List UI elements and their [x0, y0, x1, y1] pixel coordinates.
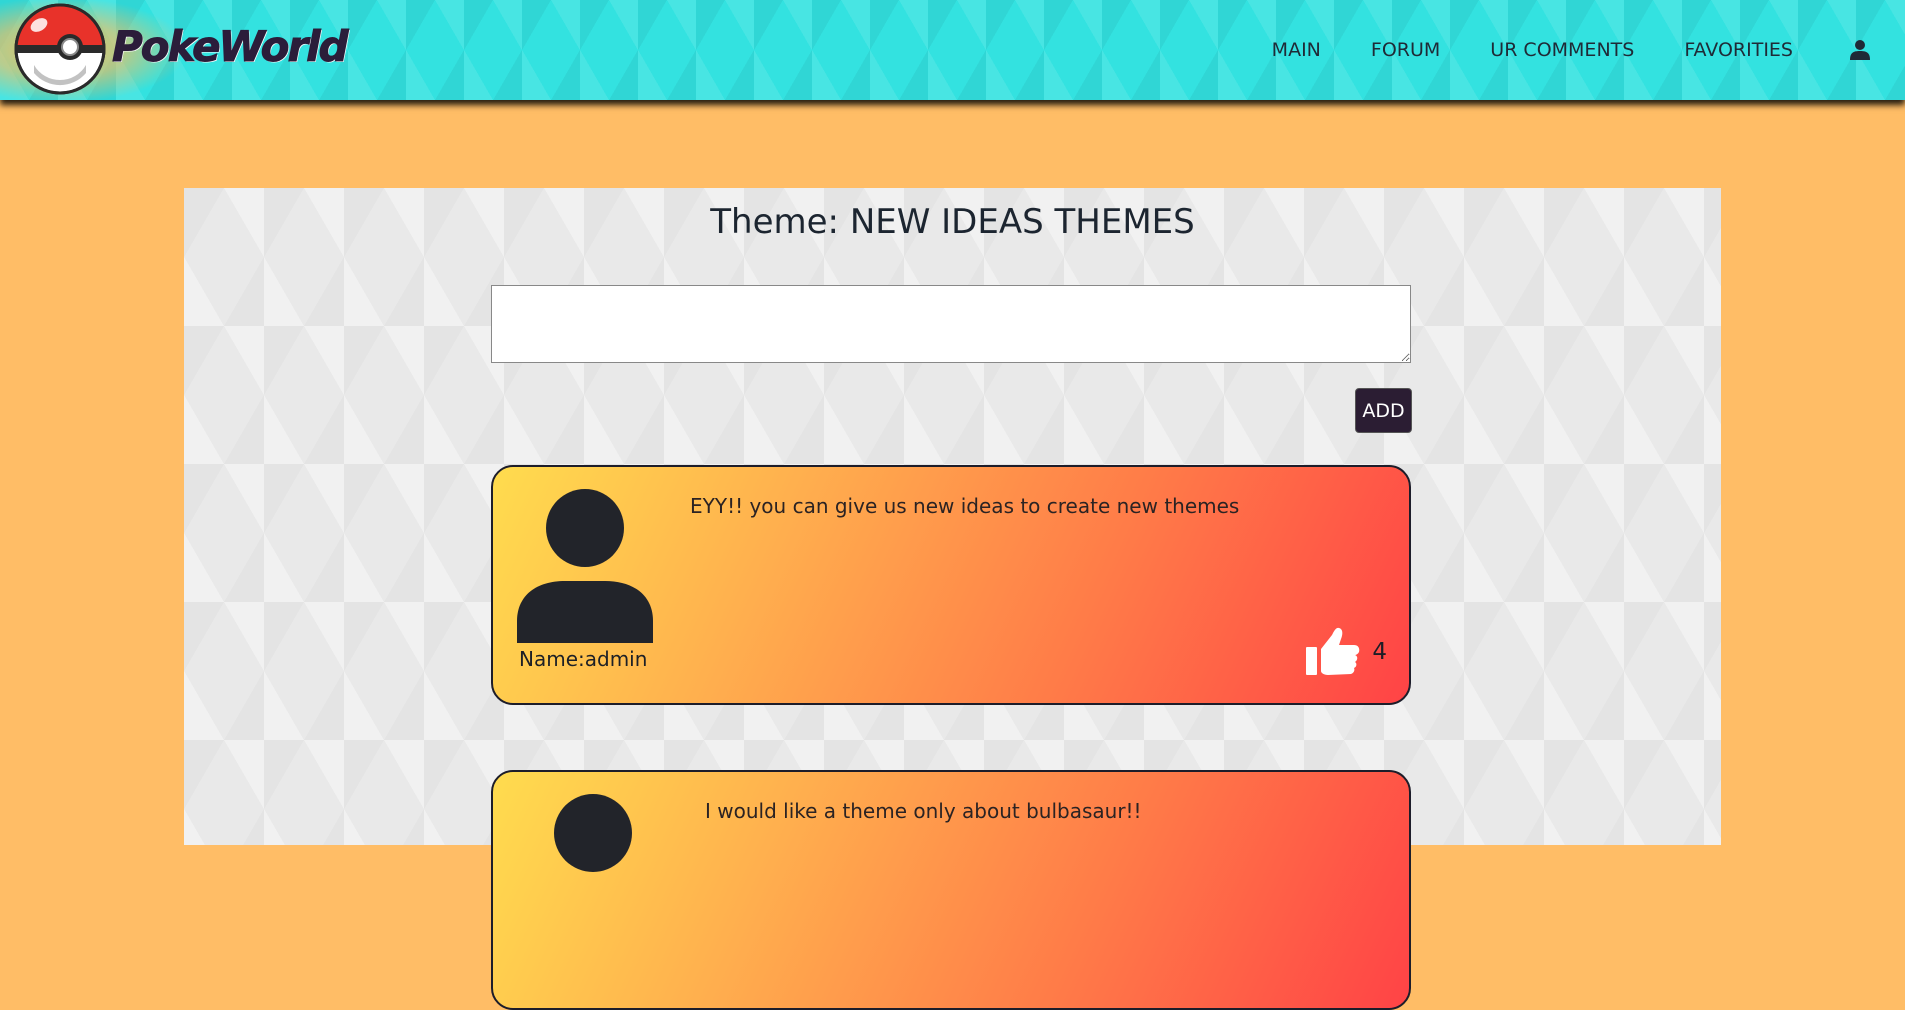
pokeball-icon: [14, 3, 106, 95]
comment-author: Name:admin: [519, 647, 648, 671]
like-count: 4: [1372, 639, 1387, 665]
nav-ur-comments[interactable]: UR COMMENTS: [1490, 39, 1634, 61]
nav-main[interactable]: MAIN: [1272, 39, 1321, 61]
navbar: PokeWorld MAIN FORUM UR COMMENTS FAVORIT…: [0, 0, 1905, 100]
main-nav: MAIN FORUM UR COMMENTS FAVORITIES: [1222, 36, 1905, 64]
comment-card: Name:admin EYY!! you can give us new ide…: [491, 465, 1411, 705]
site-logo[interactable]: PokeWorld: [0, 0, 349, 100]
nav-forum[interactable]: FORUM: [1371, 39, 1440, 61]
user-icon[interactable]: [1849, 39, 1871, 61]
logo-text: PokeWorld: [112, 22, 350, 72]
comment-input[interactable]: [491, 285, 1411, 363]
person-silhouette-icon: [517, 489, 653, 643]
comment-text: I would like a theme only about bulbasau…: [705, 799, 1142, 823]
nav-favorities[interactable]: FAVORITIES: [1684, 39, 1793, 61]
thumbs-up-icon[interactable]: [1306, 627, 1360, 677]
like-area: 4: [1306, 627, 1387, 677]
forum-theme-panel: Theme: NEW IDEAS THEMES ADD Name:admin E…: [184, 188, 1721, 1010]
add-comment-button[interactable]: ADD: [1355, 388, 1412, 433]
person-silhouette-icon: [554, 794, 632, 872]
comment-card: I would like a theme only about bulbasau…: [491, 770, 1411, 1010]
comment-text: EYY!! you can give us new ideas to creat…: [690, 494, 1240, 518]
theme-title: Theme: NEW IDEAS THEMES: [710, 202, 1195, 242]
